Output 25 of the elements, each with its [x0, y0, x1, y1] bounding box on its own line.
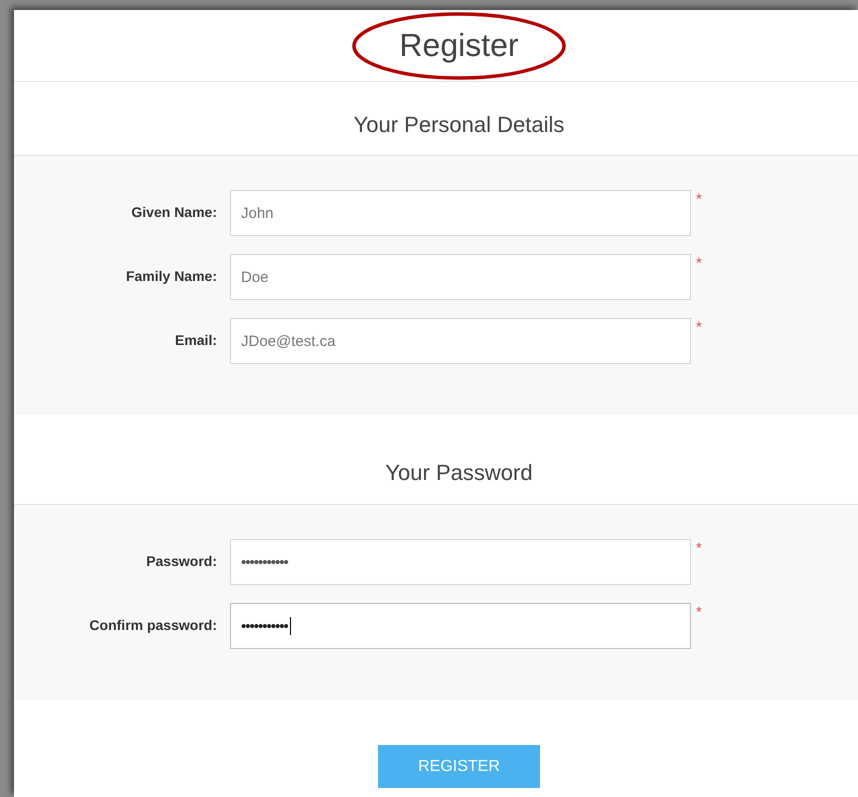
input-field[interactable]: JDoe@test.ca	[230, 318, 691, 364]
field-value: Doe	[241, 268, 269, 286]
field-value: JDoe@test.ca	[241, 332, 336, 350]
page-title: Register	[399, 27, 519, 64]
section-heading: Your Password	[385, 460, 533, 486]
input-field[interactable]: Doe	[230, 254, 691, 300]
input-field[interactable]: •••••••••••	[230, 539, 691, 585]
input-field[interactable]: •••••••••••	[230, 603, 691, 649]
required-mark: *	[696, 191, 702, 208]
field-value: John	[241, 204, 274, 222]
required-mark: *	[696, 255, 702, 272]
required-mark: *	[696, 319, 702, 336]
field-value: •••••••••••	[241, 618, 288, 634]
field-label: Family Name:	[124, 268, 217, 284]
required-mark: *	[696, 540, 702, 557]
field-label: Email:	[174, 332, 217, 348]
field-label: Given Name:	[130, 204, 217, 220]
input-field[interactable]: John	[230, 190, 691, 236]
field-value: •••••••••••	[241, 554, 288, 570]
section-heading: Your Personal Details	[354, 112, 564, 138]
register-button[interactable]: REGISTER	[378, 745, 540, 788]
text-caret	[290, 617, 291, 635]
field-label: Confirm password:	[88, 617, 217, 633]
field-label: Password:	[145, 553, 217, 569]
required-mark: *	[696, 604, 702, 621]
